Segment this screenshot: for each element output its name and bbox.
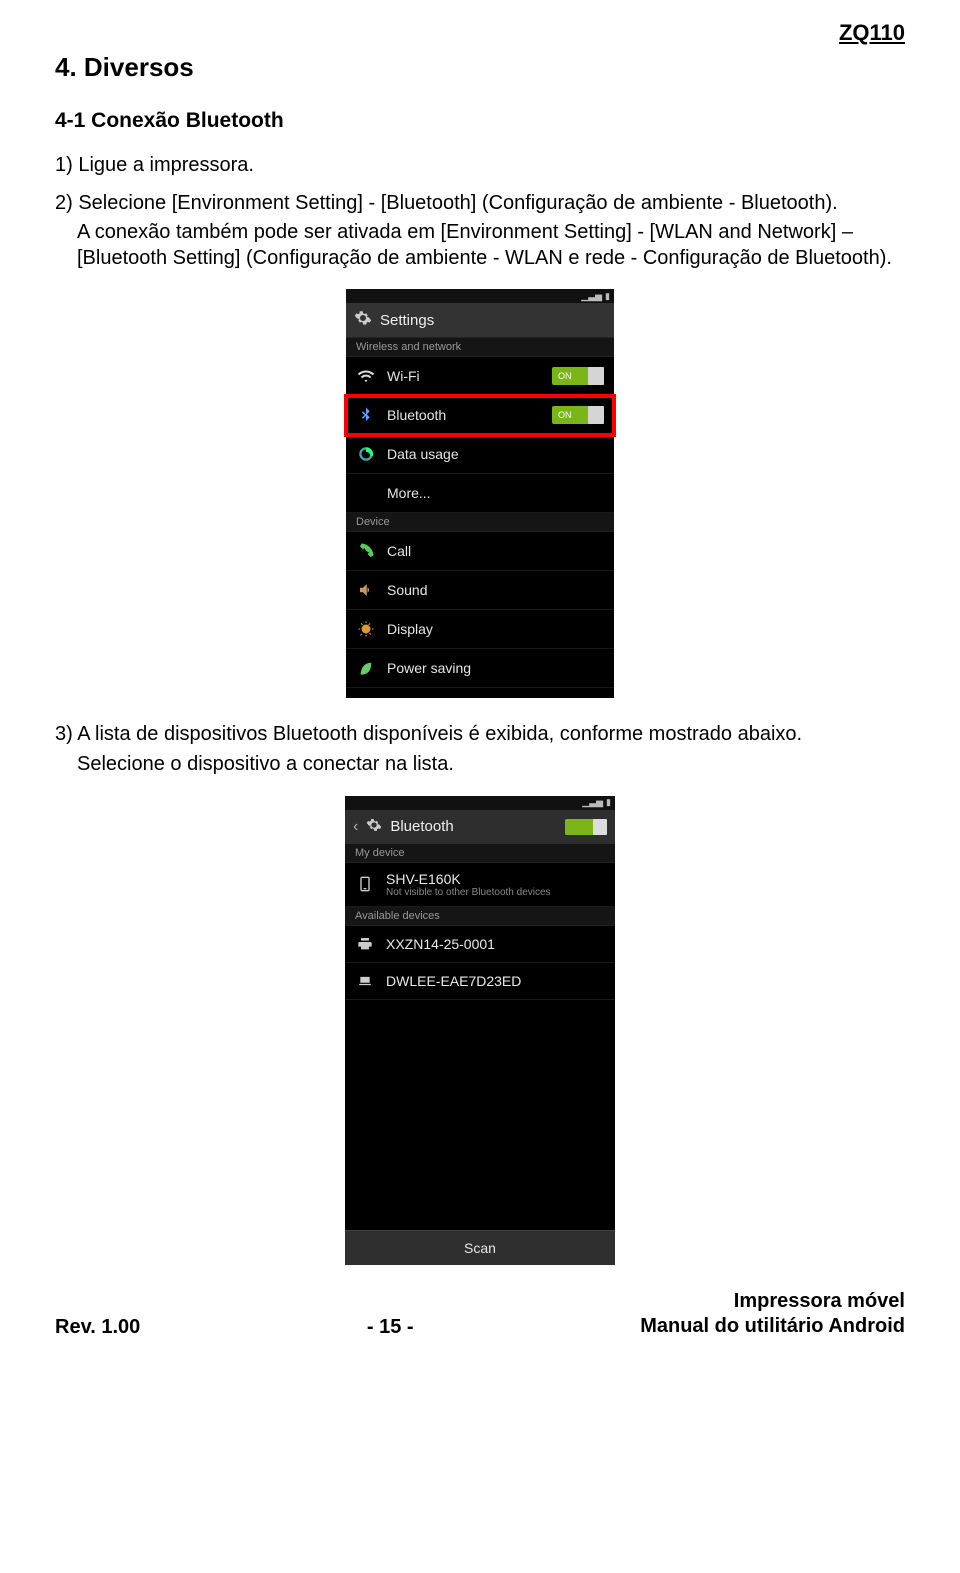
row-my-device[interactable]: SHV-E160K Not visible to other Bluetooth… — [345, 863, 615, 907]
settings-title-label: Settings — [380, 312, 434, 329]
bluetooth-icon — [356, 405, 376, 425]
footer-rev: Rev. 1.00 — [55, 1316, 140, 1339]
phone-icon — [356, 541, 376, 561]
bluetooth-switch[interactable]: ON — [552, 406, 604, 424]
step-3-line-2: Selecione o dispositivo a conectar na li… — [55, 752, 905, 778]
row-more[interactable]: More... — [346, 474, 614, 513]
row-power-saving[interactable]: Power saving — [346, 649, 614, 688]
section-title: 4. Diversos — [55, 52, 905, 83]
row-available-device-1[interactable]: DWLEE-EAE7D23ED — [345, 963, 615, 1000]
subsection-title: 4-1 Conexão Bluetooth — [55, 109, 905, 133]
row-more-label: More... — [387, 485, 604, 501]
step-2-line-1: 2) Selecione [Environment Setting] - [Bl… — [55, 191, 905, 217]
data-usage-icon — [356, 444, 376, 464]
bluetooth-title-label: Bluetooth — [390, 818, 557, 835]
section-mydevice-header: My device — [345, 844, 615, 863]
header-model: ZQ110 — [55, 20, 905, 46]
row-bluetooth-label: Bluetooth — [387, 407, 541, 423]
row-wifi[interactable]: Wi-Fi ON — [346, 357, 614, 396]
status-bar-2: ▁▃▅▮ — [345, 796, 615, 810]
display-icon — [356, 619, 376, 639]
section-device-header: Device — [346, 513, 614, 532]
row-sound-label: Sound — [387, 582, 604, 598]
sound-icon — [356, 580, 376, 600]
available-device-0-name: XXZN14-25-0001 — [386, 936, 605, 952]
section-wireless-header: Wireless and network — [346, 338, 614, 357]
laptop-icon — [355, 971, 375, 991]
blank-icon — [356, 483, 376, 503]
bluetooth-titlebar: ‹ Bluetooth — [345, 810, 615, 844]
gear-icon — [354, 309, 372, 331]
bluetooth-switch-label: ON — [558, 410, 572, 420]
step-3-line-1: 3) A lista de dispositivos Bluetooth dis… — [55, 722, 905, 748]
step-1: 1) Ligue a impressora. — [55, 153, 905, 179]
available-device-1-name: DWLEE-EAE7D23ED — [386, 973, 605, 989]
section-available-header: Available devices — [345, 907, 615, 926]
row-power-saving-label: Power saving — [387, 660, 604, 676]
row-display[interactable]: Display — [346, 610, 614, 649]
settings-titlebar: Settings — [346, 303, 614, 338]
my-device-sub: Not visible to other Bluetooth devices — [386, 887, 605, 898]
status-bar: ▁▃▅▮ — [346, 289, 614, 303]
footer-doc-title-2: Manual do utilitário Android — [640, 1314, 905, 1339]
row-call[interactable]: Call — [346, 532, 614, 571]
screenshot-bluetooth: ▁▃▅▮ ‹ Bluetooth My device SHV-E160K Not… — [345, 796, 615, 1265]
row-display-label: Display — [387, 621, 604, 637]
row-data-usage-label: Data usage — [387, 446, 604, 462]
row-data-usage[interactable]: Data usage — [346, 435, 614, 474]
row-bluetooth[interactable]: Bluetooth ON — [346, 396, 614, 435]
row-sound[interactable]: Sound — [346, 571, 614, 610]
row-wifi-label: Wi-Fi — [387, 368, 541, 384]
footer-page: - 15 - — [367, 1316, 414, 1339]
gear-icon — [366, 817, 382, 837]
screenshot-settings: ▁▃▅▮ Settings Wireless and network Wi-Fi… — [346, 289, 614, 698]
my-device-name: SHV-E160K — [386, 871, 461, 887]
wifi-icon — [356, 366, 376, 386]
phone-device-icon — [355, 874, 375, 894]
scan-button[interactable]: Scan — [345, 1230, 615, 1265]
wifi-switch-label: ON — [558, 371, 572, 381]
printer-icon — [355, 934, 375, 954]
back-chevron-icon[interactable]: ‹ — [353, 818, 358, 836]
leaf-icon — [356, 658, 376, 678]
footer-doc-title-1: Impressora móvel — [640, 1289, 905, 1314]
row-available-device-0[interactable]: XXZN14-25-0001 — [345, 926, 615, 963]
bluetooth-master-switch[interactable] — [565, 819, 607, 835]
row-call-label: Call — [387, 543, 604, 559]
step-2-line-2: A conexão também pode ser ativada em [En… — [55, 220, 905, 271]
wifi-switch[interactable]: ON — [552, 367, 604, 385]
